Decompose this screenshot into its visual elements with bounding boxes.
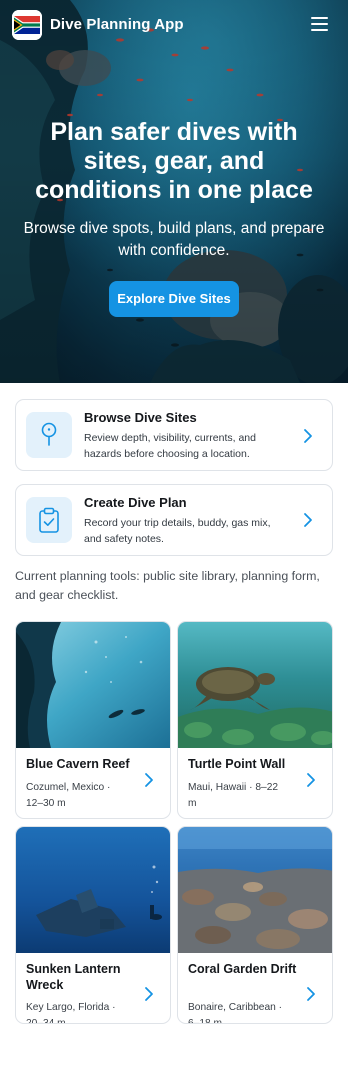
site-card-sunken-lantern-wreck[interactable]: Sunken Lantern Wreck Key Largo, Florida … — [15, 826, 171, 1024]
site-card-blue-cavern-reef[interactable]: Blue Cavern Reef Cozumel, Mexico · 12–30… — [15, 621, 171, 819]
chevron-right-icon — [307, 773, 315, 787]
map-pin-icon — [41, 422, 57, 446]
hero-section: Dive Planning App Plan safer dives with … — [0, 0, 348, 383]
site-name: Turtle Point Wall — [188, 757, 286, 771]
planning-tools-note: Current planning tools: public site libr… — [15, 569, 320, 602]
action-description: Record your trip details, buddy, gas mix… — [84, 517, 271, 545]
action-title: Create Dive Plan — [84, 495, 187, 510]
hero-heading: Plan safer dives with sites, gear, and c… — [35, 118, 313, 204]
hero-subheading: Browse dive spots, build plans, and prep… — [23, 220, 325, 259]
site-name: Sunken Lantern Wreck — [26, 962, 121, 992]
site-location-depth: Key Largo, Florida · 20–34 m — [26, 1002, 116, 1024]
site-photo — [178, 827, 332, 953]
action-title: Browse Dive Sites — [84, 410, 197, 425]
site-card-turtle-point-wall[interactable]: Turtle Point Wall Maui, Hawaii · 8–22 m — [177, 621, 333, 819]
site-name: Blue Cavern Reef — [26, 757, 130, 771]
app-title[interactable]: Dive Planning App — [50, 16, 184, 33]
site-location-depth: Maui, Hawaii · 8–22 m — [188, 782, 279, 809]
explore-dive-sites-button[interactable]: Explore Dive Sites — [109, 281, 239, 317]
clipboard-icon-tile — [26, 497, 72, 543]
hamburger-menu-icon[interactable] — [311, 17, 328, 31]
chevron-right-icon — [304, 429, 312, 443]
chevron-right-icon — [145, 987, 153, 1001]
app-logo[interactable] — [12, 10, 42, 40]
south-africa-flag-icon — [12, 10, 42, 40]
action-description: Review depth, visibility, currents, and … — [84, 432, 256, 460]
create-dive-plan-card[interactable]: Create Dive Plan Record your trip detail… — [15, 484, 333, 556]
chevron-right-icon — [145, 773, 153, 787]
clipboard-check-icon — [39, 507, 59, 533]
site-location-depth: Bonaire, Caribbean · 6–18 m — [188, 1002, 283, 1024]
site-photo — [16, 622, 170, 748]
site-card-coral-garden-drift[interactable]: Coral Garden Drift Bonaire, Caribbean · … — [177, 826, 333, 1024]
site-location-depth: Cozumel, Mexico · 12–30 m — [26, 782, 111, 809]
site-photo — [16, 827, 170, 953]
chevron-right-icon — [304, 513, 312, 527]
browse-dive-sites-card[interactable]: Browse Dive Sites Review depth, visibili… — [15, 399, 333, 471]
top-navigation-bar: Dive Planning App — [0, 0, 348, 52]
site-photo — [178, 622, 332, 748]
map-pin-icon-tile — [26, 412, 72, 458]
site-name: Coral Garden Drift — [188, 962, 297, 976]
chevron-right-icon — [307, 987, 315, 1001]
